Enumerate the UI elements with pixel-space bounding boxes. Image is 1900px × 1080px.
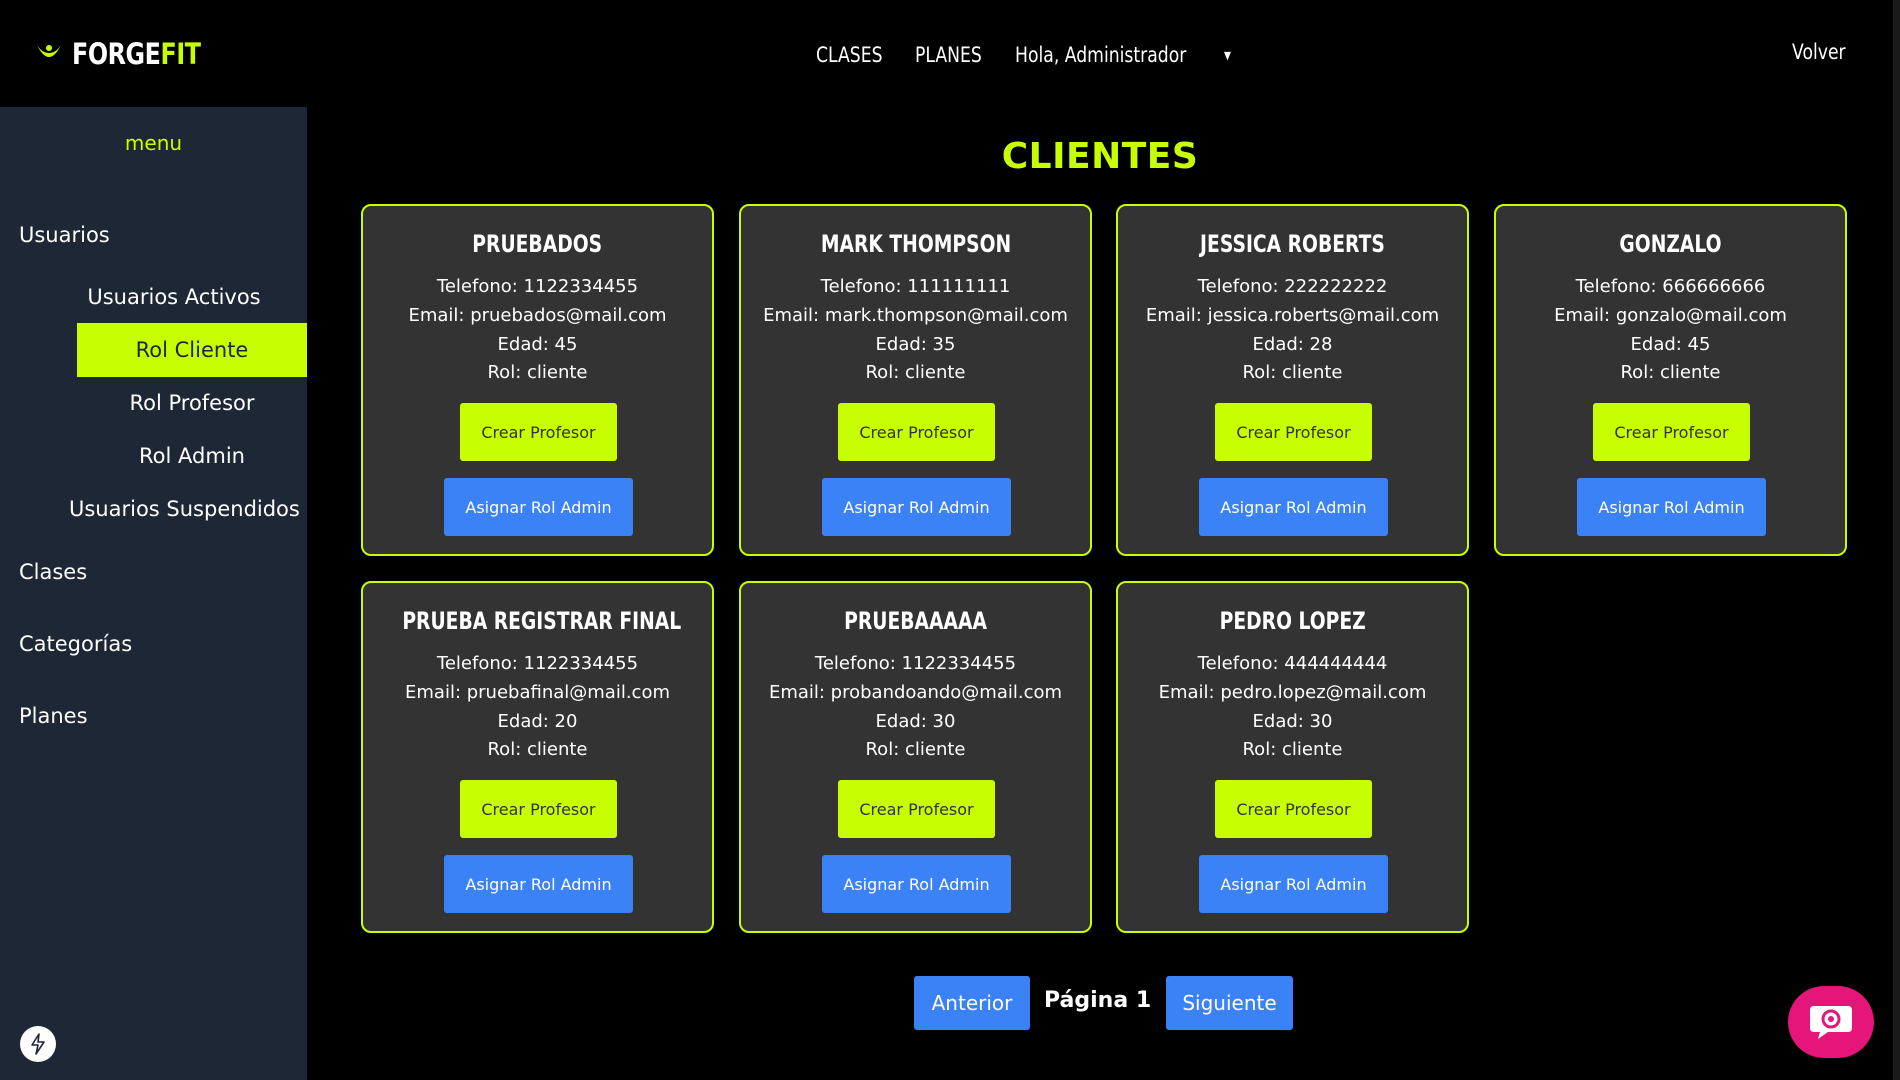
asignar-rol-admin-button[interactable]: Asignar Rol Admin: [822, 855, 1011, 913]
nav-user-menu[interactable]: Hola, Administrador: [1015, 43, 1186, 67]
asignar-rol-admin-button[interactable]: Asignar Rol Admin: [444, 478, 633, 536]
sidebar-item-rol-admin[interactable]: Rol Admin: [77, 444, 307, 468]
client-name: PRUEBAAAAA: [844, 607, 987, 635]
crear-profesor-button[interactable]: Crear Profesor: [1593, 403, 1750, 461]
client-name: PRUEBADOS: [472, 230, 603, 258]
client-telefono: Telefono: 1122334455: [436, 653, 639, 674]
sidebar: menu Usuarios Usuarios Activos Rol Clien…: [0, 107, 307, 1080]
forgefit-logo-icon: [37, 45, 61, 57]
client-edad: Edad: 30: [875, 711, 956, 732]
top-header: FORGEFIT CLASES PLANES Hola, Administrad…: [0, 0, 1900, 107]
asignar-rol-admin-button[interactable]: Asignar Rol Admin: [1199, 478, 1388, 536]
sidebar-title: menu: [124, 131, 183, 155]
sidebar-item-usuarios-activos[interactable]: Usuarios Activos: [77, 285, 271, 309]
logo[interactable]: FORGEFIT: [34, 34, 229, 74]
client-edad: Edad: 45: [1630, 334, 1711, 355]
client-email: Email: pruebafinal@mail.com: [405, 682, 670, 703]
crear-profesor-button[interactable]: Crear Profesor: [838, 403, 995, 461]
client-edad: Edad: 28: [1252, 334, 1333, 355]
scrollbar[interactable]: [1893, 0, 1900, 1080]
next-page-button[interactable]: Siguiente: [1166, 976, 1293, 1030]
sidebar-item-clases[interactable]: Clases: [19, 560, 87, 584]
asignar-rol-admin-button[interactable]: Asignar Rol Admin: [444, 855, 633, 913]
client-card: MARK THOMPSON Telefono: 111111111 Email: m…: [739, 204, 1092, 556]
client-email: Email: probandoando@mail.com: [768, 682, 1063, 703]
page-indicator: Página 1: [1044, 988, 1152, 1013]
client-rol: Rol: cliente: [487, 739, 588, 760]
crear-profesor-button[interactable]: Crear Profesor: [460, 780, 617, 838]
client-edad: Edad: 35: [875, 334, 956, 355]
client-rol: Rol: cliente: [865, 362, 966, 383]
logo-text: FORGEFIT: [72, 37, 201, 71]
top-nav: CLASES PLANES Hola, Administrador ▼: [816, 40, 1232, 70]
client-edad: Edad: 20: [497, 711, 578, 732]
back-link[interactable]: Volver: [1792, 40, 1846, 64]
crear-profesor-button[interactable]: Crear Profesor: [1215, 780, 1372, 838]
crear-profesor-button[interactable]: Crear Profesor: [838, 780, 995, 838]
client-card: JESSICA ROBERTS Telefono: 222222222 Email:…: [1116, 204, 1469, 556]
logo-text-forge: FORGE: [72, 37, 161, 71]
asignar-rol-admin-button[interactable]: Asignar Rol Admin: [1577, 478, 1766, 536]
prev-page-button[interactable]: Anterior: [914, 976, 1030, 1030]
client-name: MARK THOMPSON: [820, 230, 1011, 258]
client-rol: Rol: cliente: [1620, 362, 1721, 383]
client-telefono: Telefono: 111111111: [820, 276, 1011, 297]
client-name: GONZALO: [1619, 230, 1722, 258]
sidebar-item-usuarios-suspendidos[interactable]: Usuarios Suspendidos: [69, 497, 300, 521]
client-card: PEDRO LOPEZ Telefono: 444444444 Email: ped…: [1116, 581, 1469, 933]
crear-profesor-button[interactable]: Crear Profesor: [460, 403, 617, 461]
client-name: JESSICA ROBERTS: [1200, 230, 1385, 258]
sidebar-item-usuarios[interactable]: Usuarios: [19, 223, 110, 247]
client-card: GONZALO Telefono: 666666666 Email: gonzalo…: [1494, 204, 1847, 556]
client-email: Email: pedro.lopez@mail.com: [1158, 682, 1427, 703]
client-email: Email: pruebados@mail.com: [408, 305, 667, 326]
client-rol: Rol: cliente: [865, 739, 966, 760]
sidebar-item-planes[interactable]: Planes: [19, 704, 88, 728]
client-telefono: Telefono: 444444444: [1197, 653, 1388, 674]
client-name: PEDRO LOPEZ: [1219, 607, 1366, 635]
chat-help-icon[interactable]: [1788, 986, 1874, 1058]
client-name: PRUEBA REGISTRAR FINAL: [402, 607, 682, 635]
sidebar-item-categorias[interactable]: Categorías: [19, 632, 132, 656]
sidebar-item-rol-cliente[interactable]: Rol Cliente: [77, 323, 307, 377]
client-telefono: Telefono: 666666666: [1575, 276, 1766, 297]
client-rol: Rol: cliente: [487, 362, 588, 383]
nav-clases[interactable]: CLASES: [816, 43, 883, 67]
logo-text-fit: FIT: [160, 37, 201, 71]
asignar-rol-admin-button[interactable]: Asignar Rol Admin: [822, 478, 1011, 536]
client-card: PRUEBAAAAA Telefono: 1122334455 Email: pro…: [739, 581, 1092, 933]
client-email: Email: gonzalo@mail.com: [1554, 305, 1787, 326]
client-edad: Edad: 30: [1252, 711, 1333, 732]
asignar-rol-admin-button[interactable]: Asignar Rol Admin: [1199, 855, 1388, 913]
client-card: PRUEBA REGISTRAR FINAL Telefono: 11223344…: [361, 581, 714, 933]
crear-profesor-button[interactable]: Crear Profesor: [1215, 403, 1372, 461]
client-email: Email: mark.thompson@mail.com: [763, 305, 1068, 326]
nav-planes[interactable]: PLANES: [915, 43, 982, 67]
client-edad: Edad: 45: [497, 334, 578, 355]
client-rol: Rol: cliente: [1242, 739, 1343, 760]
caret-down-icon[interactable]: ▼: [1224, 49, 1231, 62]
client-rol: Rol: cliente: [1242, 362, 1343, 383]
client-telefono: Telefono: 222222222: [1197, 276, 1388, 297]
lightning-icon[interactable]: [20, 1026, 56, 1062]
client-telefono: Telefono: 1122334455: [436, 276, 639, 297]
client-email: Email: jessica.roberts@mail.com: [1145, 305, 1440, 326]
page-title: CLIENTES: [1001, 136, 1199, 177]
client-card: PRUEBADOS Telefono: 1122334455 Email: prue…: [361, 204, 714, 556]
client-telefono: Telefono: 1122334455: [814, 653, 1017, 674]
sidebar-item-rol-profesor[interactable]: Rol Profesor: [77, 391, 307, 415]
